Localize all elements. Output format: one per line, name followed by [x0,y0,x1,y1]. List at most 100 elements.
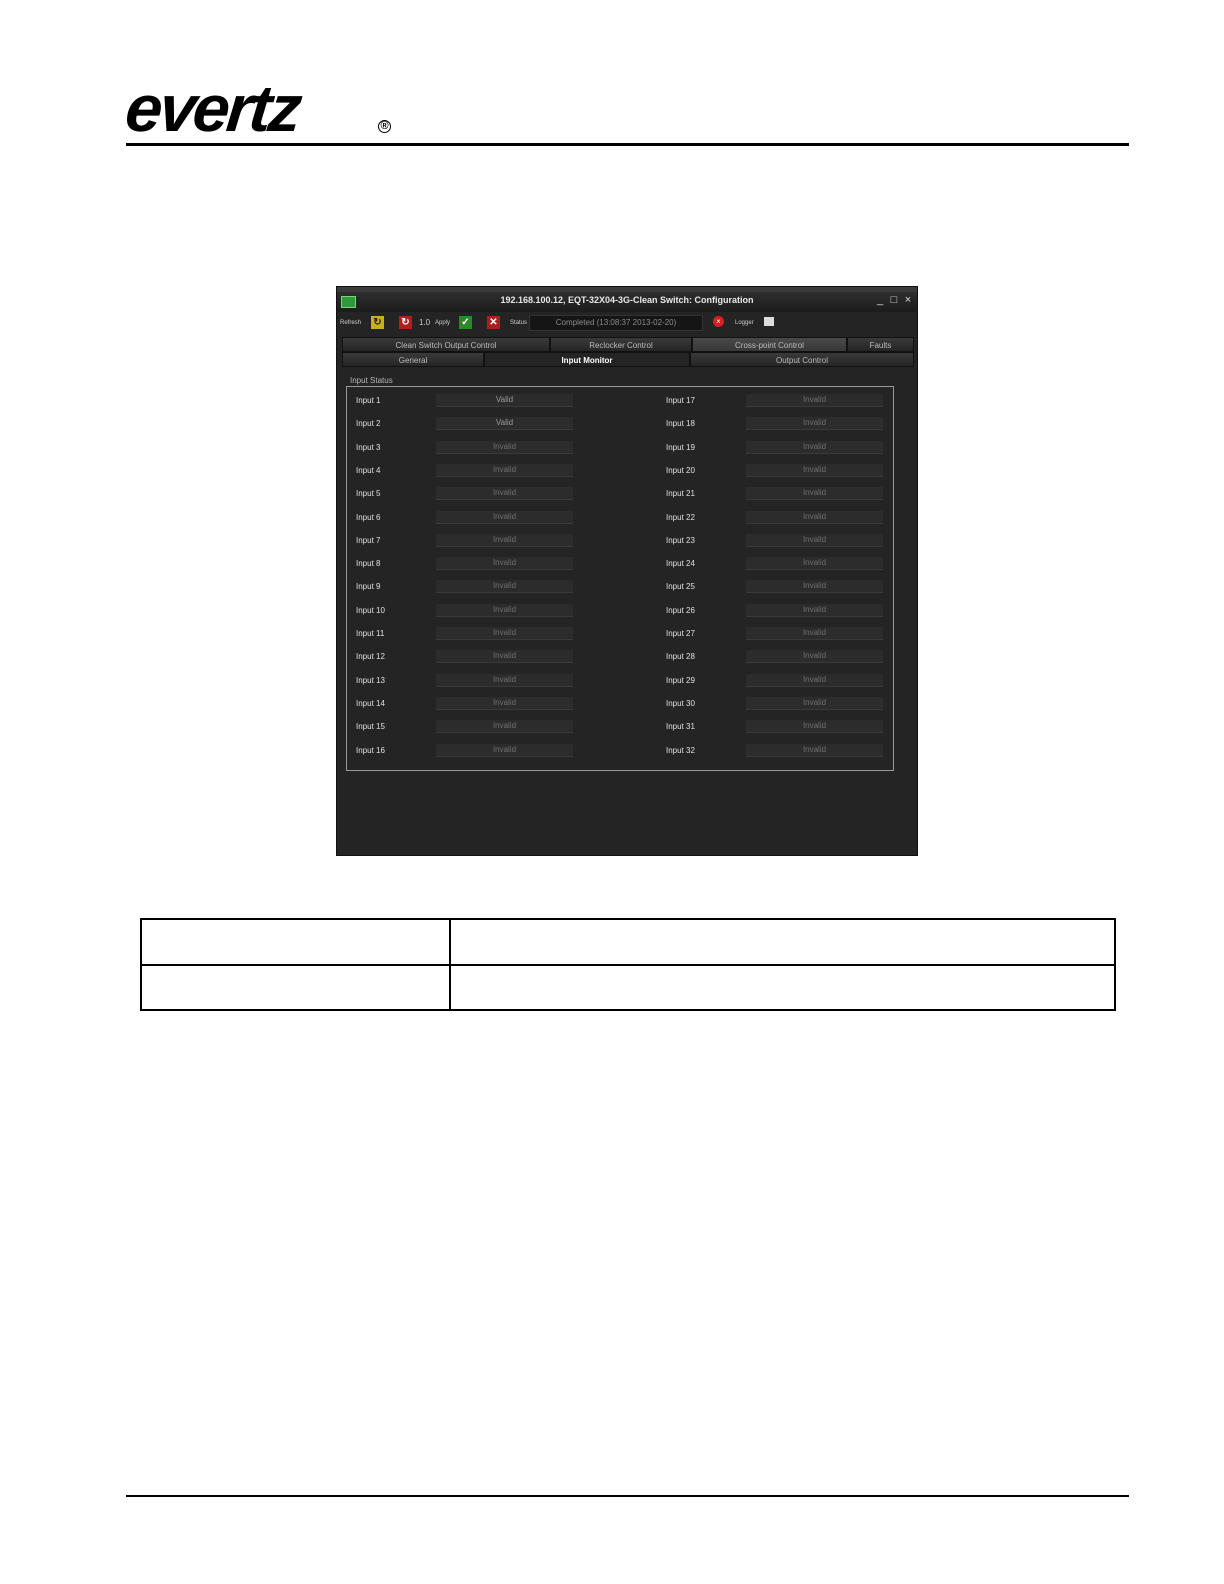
input-status-value: Invalid [746,440,883,454]
input-label: Input 21 [666,489,695,499]
input-status-value: Invalid [436,650,573,664]
input-label: Input 29 [666,675,695,685]
close-icon[interactable]: × [902,294,914,306]
apply-label: Apply [435,320,451,326]
tab-cross-point-control[interactable]: Cross-point Control [692,337,847,352]
input-status-value: Invalid [746,557,883,571]
input-row: Input 15 Invalid [356,719,586,735]
input-label: Input 11 [356,629,385,638]
input-label: Input 6 [356,512,381,522]
input-status-value: Invalid [436,440,573,454]
input-label: Input 15 [356,722,385,732]
input-row: Input 30 Invalid [666,696,896,712]
evertz-logo: evertz ® [122,71,406,145]
input-status-value: Invalid [746,696,883,710]
input-row: Input 10 Invalid [356,603,586,619]
input-label: Input 9 [356,582,381,592]
input-label: Input 13 [356,675,385,685]
input-label: Input 16 [356,745,385,755]
version-label: 1.0 [419,318,431,327]
tab-faults[interactable]: Faults [847,337,914,352]
input-row: Input 26 Invalid [666,603,896,619]
input-row: Input 21 Invalid [666,486,896,502]
apply-cancel-icon[interactable]: ✕ [487,316,500,329]
input-label: Input 14 [356,698,385,708]
input-row: Input 16 Invalid [356,743,586,759]
input-row: Input 23 Invalid [666,533,896,549]
tab-output-control[interactable]: Output Control [690,352,914,367]
tab-clean-switch-output-control[interactable]: Clean Switch Output Control [342,337,550,352]
input-status-value: Invalid [436,533,573,547]
footer-rule [126,1495,1129,1497]
apply-icon[interactable]: ✓ [459,316,472,329]
input-row: Input 20 Invalid [666,463,896,479]
input-status-value: Invalid [436,510,573,524]
input-label: Input 10 [356,605,385,615]
refresh-stop-icon[interactable]: ↻ [399,316,412,329]
input-row: Input 4 Invalid [356,463,586,479]
input-status-value: Valid [436,394,573,407]
status-field: Completed (13:08:37 2013-02-20) [529,315,703,331]
input-label: Input 4 [356,465,381,475]
tab-reclocker-control[interactable]: Reclocker Control [550,337,692,352]
input-status-value: Invalid [746,720,883,734]
input-status-value: Invalid [436,463,573,477]
input-row: Input 32 Invalid [666,743,896,759]
input-status-value: Invalid [746,463,883,477]
tab-general[interactable]: General [342,352,484,367]
input-status-title: Input Status [350,376,393,385]
input-row: Input 18 Invalid [666,416,896,432]
input-status-value: Invalid [436,487,573,501]
input-status-value: Invalid [746,510,883,524]
input-row: Input 6 Invalid [356,510,586,526]
input-row: Input 27 Invalid [666,626,896,642]
input-status-value: Invalid [746,533,883,547]
parameter-table [140,918,1116,1011]
input-label: Input 30 [666,698,695,708]
input-label: Input 8 [356,559,381,569]
registered-mark: ® [378,120,391,133]
input-row: Input 24 Invalid [666,556,896,572]
input-row: Input 19 Invalid [666,440,896,456]
maximize-icon[interactable]: □ [888,294,900,306]
logger-icon[interactable] [764,317,774,326]
input-label: Input 7 [356,535,381,545]
input-label: Input 26 [666,605,695,615]
input-status-value: Invalid [436,673,573,687]
refresh-label: Refresh [340,320,362,326]
input-label: Input 32 [666,745,695,755]
input-label: Input 25 [666,582,695,592]
input-status-value: Invalid [436,720,573,734]
input-status-value: Invalid [436,696,573,710]
input-label: Input 22 [666,512,695,522]
input-status-value: Invalid [436,627,573,640]
logo-text: evertz [122,71,303,145]
input-label: Input 27 [666,629,695,638]
input-row: Input 2 Valid [356,416,586,432]
input-row: Input 3 Invalid [356,440,586,456]
input-row: Input 1 Valid [356,393,586,409]
title-bar[interactable]: 192.168.100.12, EQT-32X04-3G-Clean Switc… [337,292,917,312]
minimize-icon[interactable]: _ [874,294,886,306]
input-label: Input 19 [666,442,695,452]
input-row: Input 28 Invalid [666,649,896,665]
input-status-value: Invalid [746,487,883,501]
input-row: Input 9 Invalid [356,579,586,595]
input-label: Input 23 [666,535,695,545]
input-label: Input 24 [666,559,695,569]
stop-icon[interactable]: × [713,316,724,327]
input-row: Input 14 Invalid [356,696,586,712]
input-status-value: Invalid [746,627,883,640]
input-status-value: Invalid [436,603,573,617]
tab-input-monitor[interactable]: Input Monitor [484,352,690,367]
input-label: Input 20 [666,465,695,475]
input-label: Input 18 [666,419,695,429]
input-status-value: Invalid [746,743,883,757]
input-status-value: Invalid [746,417,883,431]
input-row: Input 25 Invalid [666,579,896,595]
input-status-value: Invalid [746,603,883,617]
configuration-window: 192.168.100.12, EQT-32X04-3G-Clean Switc… [336,286,918,856]
table-column-divider [449,920,451,1009]
logger-label: Logger [735,320,754,326]
refresh-icon[interactable]: ↻ [371,316,384,329]
